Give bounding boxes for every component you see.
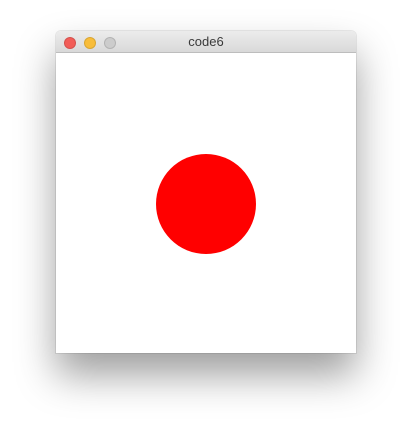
title-bar[interactable]: code6 (56, 31, 356, 53)
window-title: code6 (188, 34, 224, 49)
red-circle (156, 154, 256, 254)
app-window: code6 (56, 31, 356, 353)
sketch-canvas[interactable] (56, 53, 356, 353)
desktop: code6 (0, 0, 412, 434)
